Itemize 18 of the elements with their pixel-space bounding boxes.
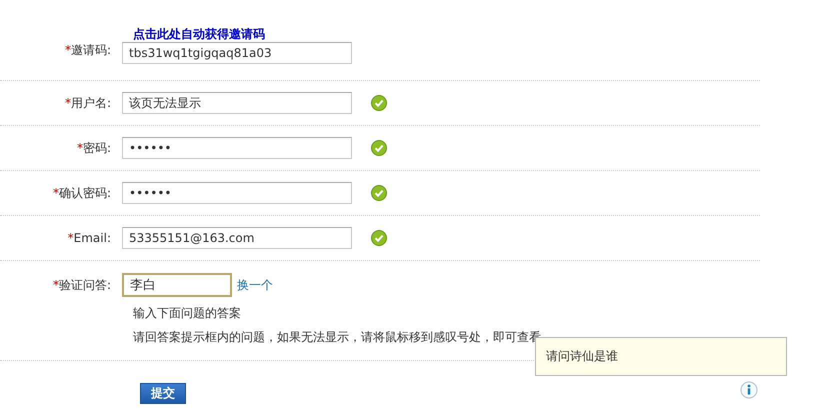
- submit-button[interactable]: 提交: [140, 383, 186, 404]
- field-label: *邀请码:: [64, 42, 112, 59]
- field-label: *Email:: [66, 231, 112, 245]
- input-field[interactable]: ••••••: [122, 137, 352, 159]
- tooltip: 请问诗仙是谁: [535, 337, 787, 376]
- invite-code-link[interactable]: 点击此处自动获得邀请码: [133, 26, 265, 42]
- info-icon[interactable]: [740, 381, 758, 399]
- field-label: *验证问答:: [52, 276, 112, 294]
- change-question-link[interactable]: 换一个: [237, 276, 273, 294]
- input-field[interactable]: 该页无法显示: [122, 92, 352, 114]
- hint-text: 输入下面问题的答案: [133, 305, 242, 322]
- input-field[interactable]: ••••••: [122, 182, 352, 204]
- answer-field[interactable]: 李白: [122, 273, 232, 297]
- field-label: *用户名:: [64, 94, 112, 112]
- input-field[interactable]: tbs31wq1tgigqaq81a03: [122, 42, 352, 64]
- field-label: *密码:: [76, 140, 112, 156]
- field-label: *确认密码:: [52, 184, 112, 202]
- input-field[interactable]: 53355151@163.com: [122, 227, 352, 249]
